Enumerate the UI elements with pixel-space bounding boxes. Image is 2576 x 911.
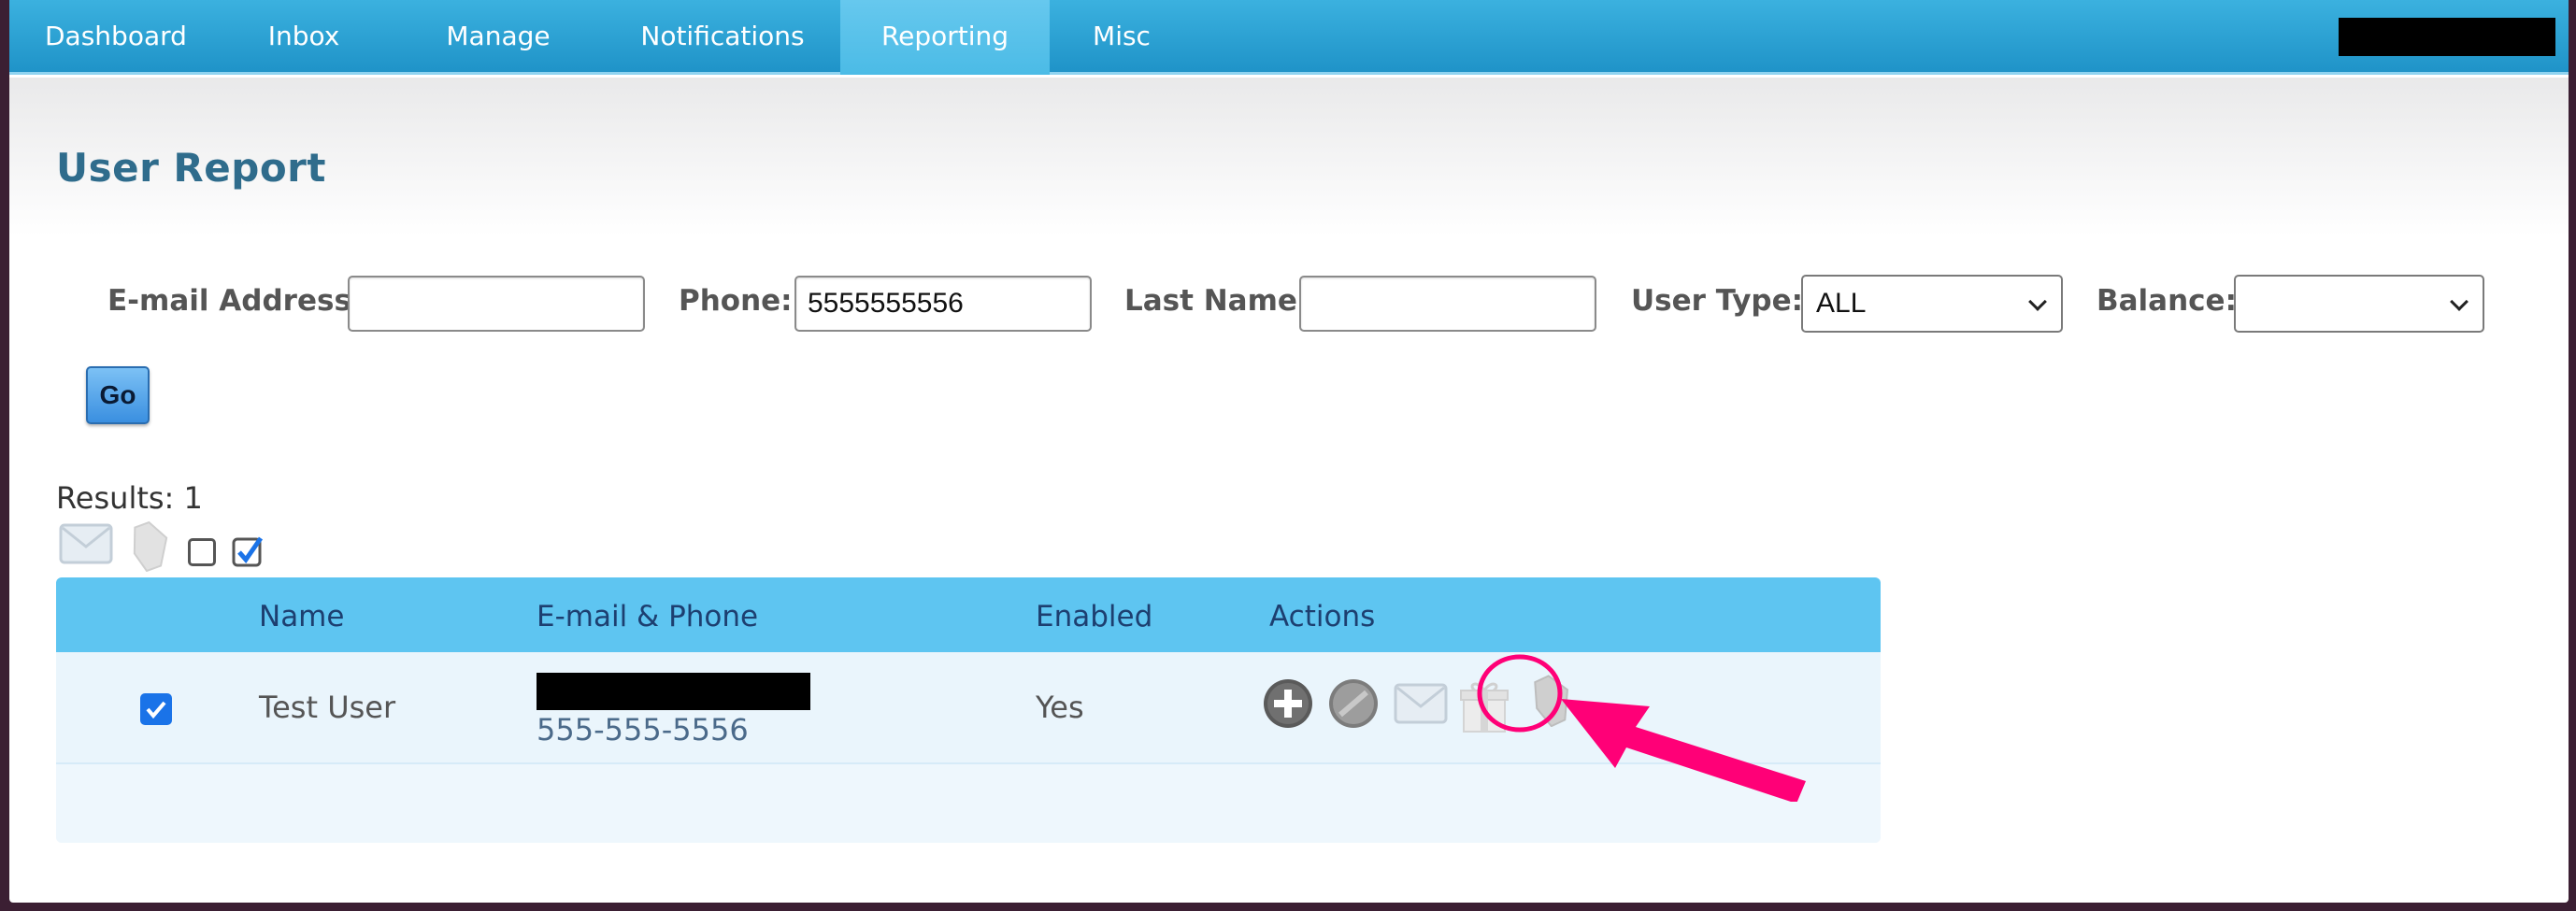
nav-item-reporting[interactable]: Reporting: [840, 0, 1050, 75]
email-field[interactable]: [348, 276, 645, 332]
table-header: Name E-mail & Phone Enabled Actions: [56, 577, 1881, 652]
nav-item-inbox[interactable]: Inbox: [262, 0, 346, 75]
go-button[interactable]: Go: [86, 366, 150, 424]
mail-icon[interactable]: [58, 520, 114, 572]
redacted-email: [537, 673, 810, 710]
column-header-name[interactable]: Name: [259, 600, 344, 633]
nav-item-misc[interactable]: Misc: [1084, 0, 1159, 75]
user-name: Test User: [259, 690, 396, 725]
user-type-value: ALL: [1816, 288, 1867, 319]
nav-item-dashboard[interactable]: Dashboard: [45, 0, 187, 75]
mail-icon[interactable]: [1393, 677, 1449, 733]
disable-icon[interactable]: [1327, 677, 1380, 733]
user-phone: 555-555-5556: [537, 712, 749, 747]
page-title: User Report: [56, 145, 326, 191]
nav-item-manage[interactable]: Manage: [445, 0, 551, 75]
user-type-select[interactable]: ALL: [1801, 275, 2063, 333]
last-name-label: Last Name:: [1124, 284, 1309, 318]
checkbox-checked-icon[interactable]: [232, 535, 264, 567]
tag-icon[interactable]: [129, 520, 172, 576]
redacted-account: [2339, 18, 2555, 56]
email-label: E-mail Address:: [107, 284, 364, 318]
column-header-actions: Actions: [1269, 600, 1376, 633]
phone-field[interactable]: [794, 276, 1092, 332]
app-window: Dashboard Inbox Manage Notifications Rep…: [9, 0, 2569, 903]
column-header-email-phone[interactable]: E-mail & Phone: [537, 600, 758, 633]
row-checkbox[interactable]: [140, 693, 172, 725]
column-header-enabled[interactable]: Enabled: [1036, 600, 1152, 633]
balance-select[interactable]: [2234, 275, 2484, 333]
add-icon[interactable]: [1262, 677, 1314, 733]
balance-label: Balance:: [2097, 284, 2237, 318]
user-enabled: Yes: [1036, 690, 1084, 725]
chevron-down-icon: [2028, 292, 2047, 311]
highlight-circle: [1477, 654, 1563, 733]
checkbox-empty-icon[interactable]: [188, 538, 216, 566]
phone-label: Phone:: [679, 284, 793, 318]
chevron-down-icon: [2450, 292, 2469, 311]
user-type-label: User Type:: [1631, 284, 1804, 318]
last-name-field[interactable]: [1299, 276, 1596, 332]
top-nav: Dashboard Inbox Manage Notifications Rep…: [9, 0, 2569, 75]
annotation-arrow: [1561, 699, 1806, 802]
nav-item-notifications[interactable]: Notifications: [634, 0, 811, 75]
header-band: [9, 78, 2569, 236]
results-count: Results: 1: [56, 480, 203, 516]
